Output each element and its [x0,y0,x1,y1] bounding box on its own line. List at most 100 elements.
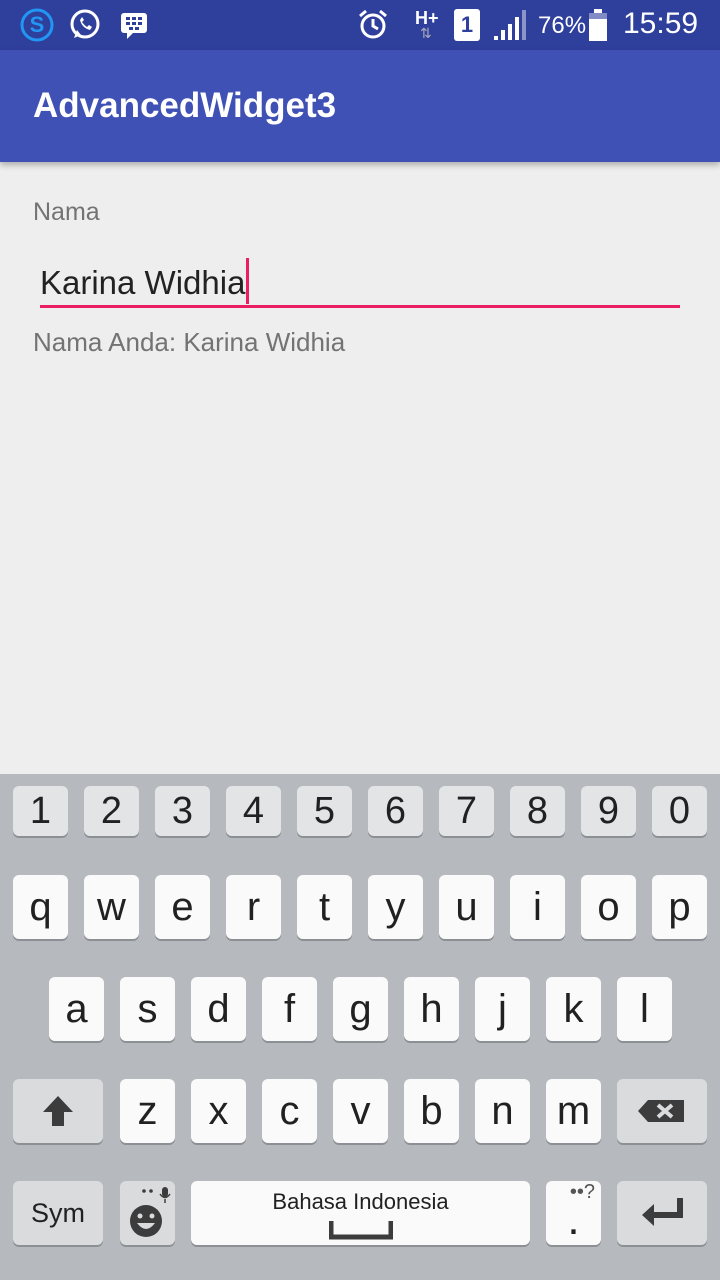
key-3[interactable]: 3 [155,786,210,836]
key-label: 0 [668,789,691,832]
key-1[interactable]: 1 [13,786,68,836]
name-label: Nama [33,198,100,226]
key-s[interactable]: s [120,977,175,1041]
name-output-text: Nama Anda: Karina Widhia [33,327,346,357]
name-input[interactable]: Karina Widhia [40,248,680,308]
emoji-voice-key[interactable] [120,1181,175,1245]
key-label: e [171,884,194,929]
clock: 15:59 [623,7,699,40]
key-label: u [455,884,478,929]
sym-key[interactable]: Sym [13,1181,103,1245]
key-i[interactable]: i [510,875,565,939]
key-label: m [556,1088,591,1133]
battery-percent: 76% [538,12,587,39]
period-key[interactable]: ••? . [546,1181,601,1245]
key-label: z [137,1088,158,1133]
key-k[interactable]: k [546,977,601,1041]
key-4[interactable]: 4 [226,786,281,836]
key-label: d [207,986,230,1031]
signal-icon [492,8,526,42]
enter-icon [642,1198,683,1226]
key-g[interactable]: g [333,977,388,1041]
key-q[interactable]: q [13,875,68,939]
key-5[interactable]: 5 [297,786,352,836]
backspace-key[interactable] [617,1079,707,1143]
key-e[interactable]: e [155,875,210,939]
key-d[interactable]: d [191,977,246,1041]
key-label: . [567,1195,580,1244]
space-bar-icon [328,1221,393,1240]
key-label: i [533,884,542,929]
key-label: 3 [171,789,194,832]
key-x[interactable]: x [191,1079,246,1143]
emoji-icon [129,1187,171,1237]
key-label: r [246,884,261,929]
sim-slot-label: 1 [460,12,474,37]
key-o[interactable]: o [581,875,636,939]
key-label: f [283,986,296,1031]
key-v[interactable]: v [333,1079,388,1143]
key-8[interactable]: 8 [510,786,565,836]
key-label: b [420,1088,443,1133]
svg-text:S: S [30,12,45,37]
key-label: j [498,986,507,1031]
key-n[interactable]: n [475,1079,530,1143]
skype-icon: S [20,8,54,42]
key-label: Sym [31,1197,85,1228]
key-label: a [65,986,88,1031]
key-label: t [318,884,331,929]
key-label: g [349,986,372,1031]
app-bar: AdvancedWidget3 [0,50,720,162]
shift-arrow-icon [43,1096,73,1126]
battery-icon [586,8,610,42]
backspace-icon [638,1100,684,1122]
key-label: p [668,884,691,929]
key-label: l [640,986,649,1031]
app-title: AdvancedWidget3 [33,86,337,125]
key-label: 4 [242,789,265,832]
key-6[interactable]: 6 [368,786,423,836]
key-label: c [279,1088,300,1133]
key-w[interactable]: w [84,875,139,939]
key-label: 8 [526,789,549,832]
key-f[interactable]: f [262,977,317,1041]
key-label: v [350,1088,371,1133]
key-0[interactable]: 0 [652,786,707,836]
key-2[interactable]: 2 [84,786,139,836]
key-m[interactable]: m [546,1079,601,1143]
key-9[interactable]: 9 [581,786,636,836]
key-label: 6 [384,789,407,832]
key-label: n [491,1088,514,1133]
key-t[interactable]: t [297,875,352,939]
key-r[interactable]: r [226,875,281,939]
key-label: y [385,884,406,929]
punctuation-hint: ••? [569,1181,595,1203]
text-cursor [246,258,250,304]
key-j[interactable]: j [475,977,530,1041]
key-label: o [597,884,620,929]
key-c[interactable]: c [262,1079,317,1143]
key-p[interactable]: p [652,875,707,939]
key-a[interactable]: a [49,977,104,1041]
key-l[interactable]: l [617,977,672,1041]
whatsapp-icon [68,8,102,42]
alarm-icon [356,8,390,42]
key-h[interactable]: h [404,977,459,1041]
key-y[interactable]: y [368,875,423,939]
space-key-language-label: Bahasa Indonesia [272,1189,449,1214]
key-label: 5 [313,789,336,832]
space-key[interactable]: Bahasa Indonesia [191,1181,530,1245]
key-z[interactable]: z [120,1079,175,1143]
enter-key[interactable] [617,1181,707,1245]
key-label: x [208,1088,229,1133]
key-label: k [563,986,584,1031]
key-b[interactable]: b [404,1079,459,1143]
key-label: s [137,986,158,1031]
shift-key[interactable] [13,1079,103,1143]
key-7[interactable]: 7 [439,786,494,836]
key-label: q [29,884,52,929]
key-u[interactable]: u [439,875,494,939]
key-label: w [97,884,126,929]
key-label: 1 [29,789,52,832]
sim-1-icon: 1 [450,8,484,42]
